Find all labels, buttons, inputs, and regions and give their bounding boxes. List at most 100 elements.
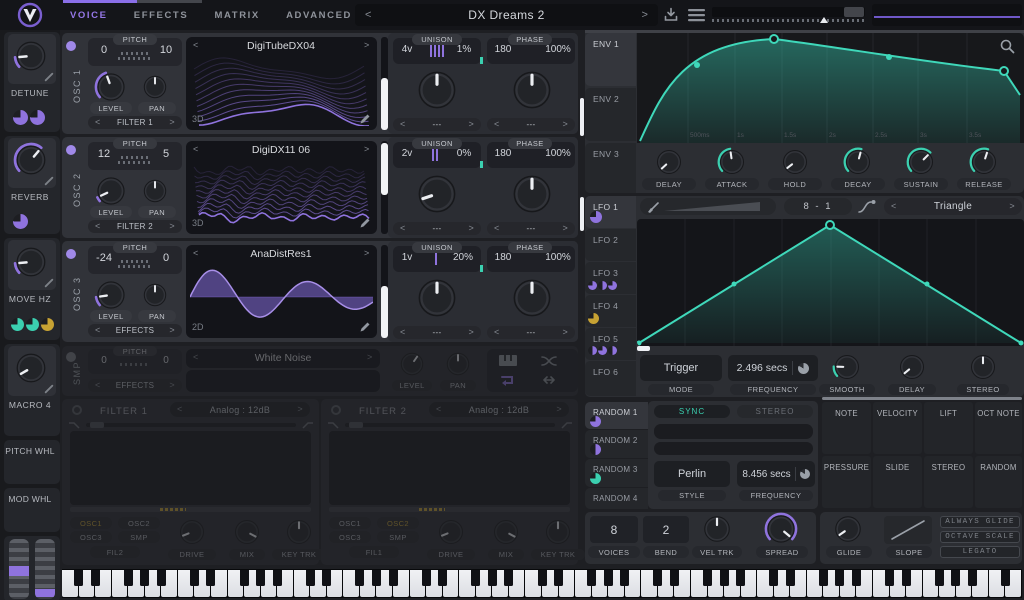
black-key[interactable] xyxy=(74,570,83,586)
sample-next-arrow[interactable] xyxy=(367,353,372,362)
next-arrow[interactable] xyxy=(169,326,175,335)
prev-arrow[interactable] xyxy=(436,405,442,414)
filter1-input-smp[interactable]: SMP xyxy=(118,531,160,543)
black-key[interactable] xyxy=(372,570,381,586)
volume-slider[interactable] xyxy=(712,7,865,17)
mod-source-note[interactable]: NOTE xyxy=(822,402,871,454)
black-key[interactable] xyxy=(140,570,149,586)
tab-env2[interactable]: ENV 2 xyxy=(585,88,636,141)
lfo-scrollbar[interactable] xyxy=(580,197,584,231)
osc1-phase-knob[interactable] xyxy=(509,67,555,113)
sample-pan-knob[interactable] xyxy=(444,350,472,378)
filter1-mix-knob[interactable] xyxy=(232,517,262,547)
env-sustain-knob[interactable] xyxy=(906,147,936,177)
osc2-wavetable-next-arrow[interactable] xyxy=(364,145,369,154)
prev-arrow[interactable] xyxy=(891,202,897,211)
black-key[interactable] xyxy=(935,570,944,586)
filter2-input-osc2[interactable]: OSC2 xyxy=(377,517,419,529)
sample-transpose-value[interactable]: 0 xyxy=(92,355,116,366)
random-sync-button[interactable]: SYNC xyxy=(654,405,730,418)
osc1-wavetable-prev-arrow[interactable] xyxy=(193,41,198,50)
volume-slider-handle[interactable] xyxy=(844,7,864,17)
prev-arrow[interactable] xyxy=(494,328,500,337)
env-scrollbar[interactable] xyxy=(580,98,584,136)
shuffle-icon[interactable] xyxy=(541,355,557,367)
filter1-input-osc3[interactable]: OSC3 xyxy=(70,531,112,543)
slope-display[interactable] xyxy=(884,516,932,544)
sample-prev-arrow[interactable] xyxy=(193,353,198,362)
osc3-wavetable-next-arrow[interactable] xyxy=(364,249,369,258)
tab-advanced[interactable]: ADVANCED xyxy=(286,10,352,21)
tab-env3[interactable]: ENV 3 xyxy=(585,143,636,193)
black-key[interactable] xyxy=(653,570,662,586)
tab-lfo6[interactable]: LFO 6 xyxy=(585,361,636,396)
prev-arrow[interactable] xyxy=(494,120,500,129)
black-key[interactable] xyxy=(769,570,778,586)
bounce-icon[interactable] xyxy=(541,375,557,385)
osc2-routing-selector[interactable]: FILTER 2 xyxy=(88,220,182,233)
next-arrow[interactable] xyxy=(468,120,474,129)
black-key[interactable] xyxy=(355,570,364,586)
osc2-phase-knob[interactable] xyxy=(509,171,555,217)
env-delay-knob[interactable] xyxy=(654,147,684,177)
osc3-pan-knob[interactable] xyxy=(141,281,169,309)
random1-mod-indicator[interactable] xyxy=(590,416,601,427)
mod-source-random[interactable]: RANDOM xyxy=(975,456,1022,508)
lfo-phase-indicator[interactable] xyxy=(637,346,650,351)
env-display[interactable] xyxy=(637,33,1024,143)
voices-value-box[interactable]: 8 xyxy=(590,516,638,543)
black-key[interactable] xyxy=(124,570,133,586)
pitch-wheel[interactable] xyxy=(9,539,29,599)
osc3-level-knob[interactable] xyxy=(94,278,128,312)
black-key[interactable] xyxy=(736,570,745,586)
black-key[interactable] xyxy=(488,570,497,586)
black-key[interactable] xyxy=(206,570,215,586)
env-attack-knob[interactable] xyxy=(717,147,747,177)
spread-knob[interactable] xyxy=(764,512,798,546)
osc3-unison-detune[interactable]: 20% xyxy=(448,252,478,263)
osc2-phase-dest-selector[interactable]: --- xyxy=(487,222,575,235)
filter2-cutoff-slider[interactable] xyxy=(329,507,570,512)
black-key[interactable] xyxy=(157,570,166,586)
lfo3-mod-indicator[interactable] xyxy=(598,281,607,290)
mod-wheel[interactable] xyxy=(35,539,55,599)
osc3-phase-value[interactable]: 180 xyxy=(489,252,517,263)
osc2-power-button[interactable] xyxy=(66,145,76,155)
filter1-drive-knob[interactable] xyxy=(177,517,207,547)
macro1-mod-indicator[interactable] xyxy=(13,110,28,125)
lfo-grid-selector[interactable]: 8 - 1 xyxy=(784,198,852,215)
lfo1-mod-indicator[interactable] xyxy=(590,211,602,223)
lfo-frequency-value[interactable]: 2.496 secs xyxy=(737,362,788,374)
osc2-frame-slider[interactable] xyxy=(381,141,388,234)
random-stereo-button[interactable]: STEREO xyxy=(737,405,813,418)
filter2-model-selector[interactable]: Analog : 12dB xyxy=(429,402,569,417)
save-icon[interactable] xyxy=(663,7,679,23)
osc1-frame-slider[interactable] xyxy=(381,37,388,130)
osc2-phase-rand-value[interactable]: 100% xyxy=(543,148,573,159)
black-key[interactable] xyxy=(835,570,844,586)
osc2-unison-detune[interactable]: 0% xyxy=(450,148,478,159)
macro1-mod-indicator[interactable] xyxy=(30,110,45,125)
osc1-tune-value[interactable]: 10 xyxy=(154,44,178,56)
lfo-display[interactable] xyxy=(637,219,1024,346)
black-key[interactable] xyxy=(587,570,596,586)
sample-routing-selector[interactable]: EFFECTS xyxy=(88,379,182,392)
lfo-shape-selector[interactable]: Triangle xyxy=(884,198,1022,215)
macro3-knob[interactable] xyxy=(13,244,49,280)
black-key[interactable] xyxy=(438,570,447,586)
osc1-power-button[interactable] xyxy=(66,41,76,51)
env-hold-knob[interactable] xyxy=(780,147,810,177)
always-glide-button[interactable]: ALWAYS GLIDE xyxy=(940,516,1020,528)
osc3-phase-knob[interactable] xyxy=(509,275,555,321)
black-key[interactable] xyxy=(322,570,331,586)
paintbrush-icon[interactable] xyxy=(646,200,660,214)
glide-knob[interactable] xyxy=(832,513,864,545)
osc1-view-mode[interactable]: 3D xyxy=(192,114,204,124)
filter2-input-smp[interactable]: SMP xyxy=(377,531,419,543)
black-key[interactable] xyxy=(538,570,547,586)
filter2-drive-knob[interactable] xyxy=(436,517,466,547)
prev-arrow[interactable] xyxy=(95,326,101,335)
tab-env1[interactable]: ENV 1 xyxy=(585,33,636,86)
black-key[interactable] xyxy=(504,570,513,586)
loop-icon[interactable] xyxy=(499,373,515,387)
